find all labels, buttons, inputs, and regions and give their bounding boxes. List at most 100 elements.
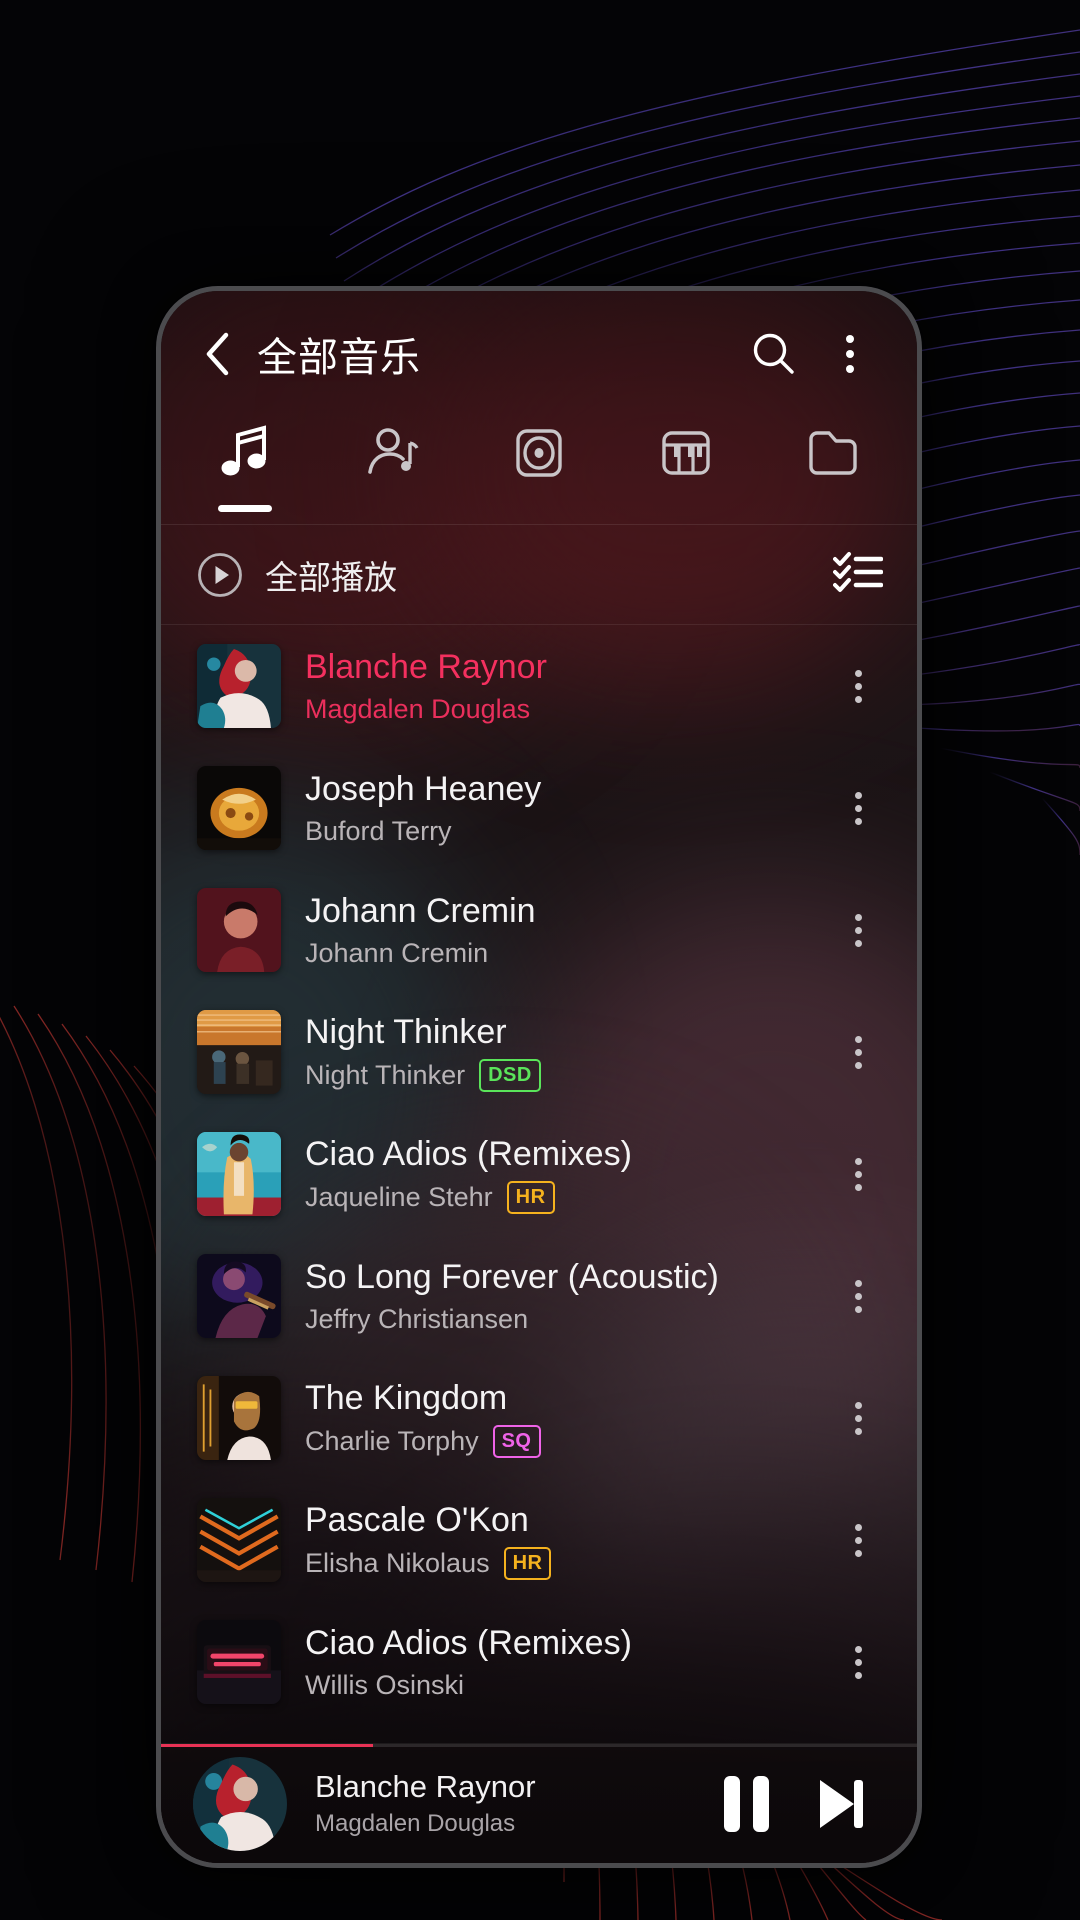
app-bar: 全部音乐 (161, 291, 917, 417)
artwork-image (197, 1254, 281, 1338)
more-vertical-icon (854, 791, 862, 825)
quality-badge: SQ (492, 1424, 541, 1458)
more-vertical-icon (854, 913, 862, 947)
song-artwork (197, 1620, 281, 1704)
playback-progress-bar[interactable] (161, 1744, 917, 1747)
phone-device-frame: 全部音乐 全部播放 Blanche Raynor Magdalen Dougla… (156, 286, 922, 1868)
play-all-label: 全部播放 (265, 558, 397, 596)
skip-next-icon (820, 1779, 863, 1828)
song-overflow-button[interactable] (829, 1251, 887, 1341)
overflow-menu-button[interactable] (819, 323, 881, 385)
song-subtitle: Charlie Torphy SQ (305, 1424, 829, 1458)
song-overflow-button[interactable] (829, 1007, 887, 1097)
song-title: Ciao Adios (Remixes) (305, 1624, 632, 1663)
song-title: Joseph Heaney (305, 770, 542, 809)
song-artwork (197, 644, 281, 728)
song-meta: Pascale O'Kon Elisha Nikolaus HR (305, 1500, 829, 1580)
song-meta: Blanche Raynor Magdalen Douglas (305, 647, 829, 724)
artwork-image (197, 1498, 281, 1582)
checklist-icon (833, 552, 884, 592)
mini-player-artwork (193, 1756, 287, 1851)
song-subtitle: Jaqueline Stehr HR (305, 1180, 829, 1214)
song-row[interactable]: Pascale O'Kon Elisha Nikolaus HR (161, 1479, 917, 1601)
back-button[interactable] (187, 323, 249, 385)
more-vertical-icon (854, 1523, 862, 1557)
song-overflow-button[interactable] (829, 641, 887, 731)
song-row[interactable]: Ciao Adios (Remixes) Willis Osinski (161, 1601, 917, 1723)
song-artist: Elisha Nikolaus (305, 1547, 490, 1578)
song-artist: Charlie Torphy (305, 1425, 479, 1456)
song-row[interactable]: Night Thinker Night Thinker DSD (161, 991, 917, 1113)
song-meta: So Long Forever (Acoustic) Jeffry Christi… (305, 1257, 829, 1334)
song-overflow-button[interactable] (829, 763, 887, 853)
play-circle-icon (198, 552, 242, 597)
more-vertical-icon (854, 1645, 862, 1679)
search-icon (753, 333, 794, 374)
song-artwork (197, 1132, 281, 1216)
piano-keys-icon (662, 431, 710, 475)
song-title: Blanche Raynor (305, 648, 547, 687)
song-artist: Magdalen Douglas (305, 693, 531, 724)
song-meta: The Kingdom Charlie Torphy SQ (305, 1378, 829, 1458)
song-overflow-button[interactable] (829, 1129, 887, 1219)
artwork-image (197, 644, 281, 728)
music-note-icon (221, 425, 266, 476)
song-title: Ciao Adios (Remixes) (305, 1135, 632, 1174)
multiselect-button[interactable] (833, 550, 884, 599)
album-disc-icon (516, 429, 562, 477)
song-title: Johann Cremin (305, 892, 536, 931)
song-subtitle: Johann Cremin (305, 938, 829, 969)
song-overflow-button[interactable] (829, 885, 887, 975)
play-all-button[interactable]: 全部播放 (197, 551, 833, 599)
quality-badge: DSD (479, 1058, 541, 1092)
song-meta: Night Thinker Night Thinker DSD (305, 1012, 829, 1092)
song-title: The Kingdom (305, 1379, 508, 1418)
artwork-image (197, 1376, 281, 1460)
song-meta: Johann Cremin Johann Cremin (305, 891, 829, 968)
song-artist: Night Thinker (305, 1059, 466, 1090)
library-tab-bar (161, 417, 917, 525)
tab-albums[interactable] (465, 417, 612, 524)
song-list[interactable]: Blanche Raynor Magdalen Douglas Joseph Hea… (161, 625, 917, 1743)
song-overflow-button[interactable] (829, 1617, 887, 1707)
artwork-image (197, 1620, 281, 1704)
song-title: Pascale O'Kon (305, 1501, 529, 1540)
song-artwork (197, 1498, 281, 1582)
song-row[interactable]: The Kingdom Charlie Torphy SQ (161, 1357, 917, 1479)
pause-button[interactable] (707, 1765, 785, 1843)
song-meta: Ciao Adios (Remixes) Jaqueline Stehr HR (305, 1134, 829, 1214)
song-meta: Ciao Adios (Remixes) Willis Osinski (305, 1623, 829, 1700)
song-artist: Jeffry Christiansen (305, 1303, 529, 1334)
quality-badge: HR (503, 1546, 552, 1580)
tab-songs[interactable] (171, 417, 318, 524)
search-button[interactable] (743, 323, 805, 385)
song-row[interactable]: Joseph Heaney Buford Terry (161, 747, 917, 869)
next-track-button[interactable] (801, 1765, 879, 1843)
song-overflow-button[interactable] (829, 1373, 887, 1463)
tab-folders[interactable] (760, 417, 907, 524)
artist-icon (367, 428, 419, 474)
page-title: 全部音乐 (257, 336, 421, 380)
play-all-bar: 全部播放 (161, 525, 917, 625)
mini-player-artist: Magdalen Douglas (315, 1810, 516, 1837)
song-row[interactable]: Johann Cremin Johann Cremin (161, 869, 917, 991)
song-row[interactable]: Ciao Adios (Remixes) Jaqueline Stehr HR (161, 1113, 917, 1235)
song-artist: Buford Terry (305, 815, 452, 846)
song-subtitle: Elisha Nikolaus HR (305, 1546, 829, 1580)
more-vertical-icon (854, 1401, 862, 1435)
song-artwork (197, 1254, 281, 1338)
tab-genres[interactable] (613, 417, 760, 524)
more-vertical-icon (854, 1279, 862, 1313)
mini-player-bar[interactable]: Blanche Raynor Magdalen Douglas (161, 1743, 917, 1863)
more-vertical-icon (854, 669, 862, 703)
chevron-left-icon (206, 332, 229, 376)
song-meta: Joseph Heaney Buford Terry (305, 769, 829, 846)
tab-active-indicator (217, 505, 272, 512)
more-vertical-icon (846, 335, 854, 373)
song-row[interactable]: So Long Forever (Acoustic) Jeffry Christi… (161, 1235, 917, 1357)
song-artwork (197, 1010, 281, 1094)
song-row[interactable]: Blanche Raynor Magdalen Douglas (161, 625, 917, 747)
mini-player-meta: Blanche Raynor Magdalen Douglas (315, 1769, 691, 1838)
tab-artists[interactable] (318, 417, 465, 524)
song-overflow-button[interactable] (829, 1495, 887, 1585)
